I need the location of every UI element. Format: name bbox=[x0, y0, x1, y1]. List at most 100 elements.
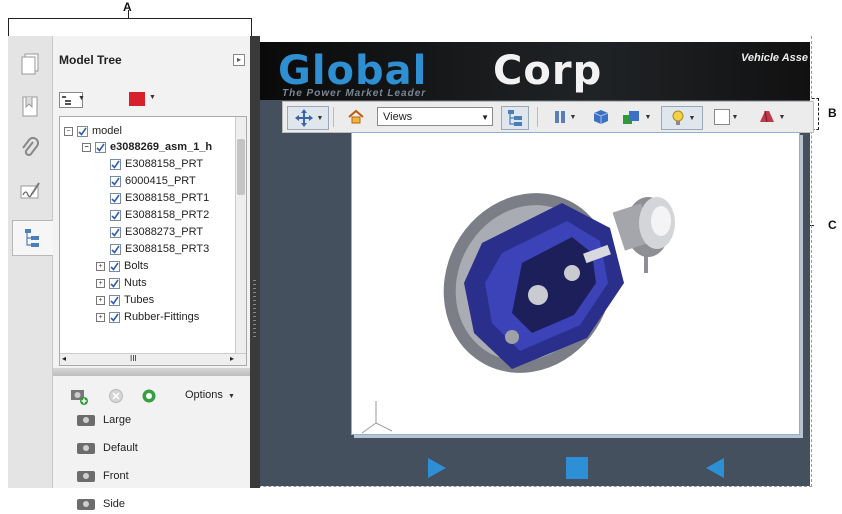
checkbox-checked-icon[interactable] bbox=[95, 141, 106, 153]
tree-item-part[interactable]: E3088158_PRT1 bbox=[110, 190, 209, 206]
tree-view-dropdown[interactable]: ▼ bbox=[59, 92, 85, 108]
apply-view-icon[interactable] bbox=[141, 388, 157, 404]
views-toolbar: Options ▼ bbox=[63, 384, 249, 410]
brake-assembly-model[interactable] bbox=[352, 133, 799, 434]
checkbox-checked-icon[interactable] bbox=[110, 158, 121, 170]
lightbulb-icon bbox=[672, 110, 684, 125]
signature-icon bbox=[20, 182, 40, 199]
tree-item-label: Tubes bbox=[124, 294, 155, 306]
chevron-down-icon: ▼ bbox=[778, 113, 786, 121]
projection-button[interactable] bbox=[589, 106, 613, 128]
panel-splitter[interactable] bbox=[53, 368, 250, 376]
tree-item-group[interactable]: + Bolts bbox=[96, 258, 148, 274]
tree-item-group[interactable]: + Nuts bbox=[96, 275, 147, 291]
play-previous-icon[interactable] bbox=[704, 456, 726, 480]
chevron-down-icon: ▼ bbox=[731, 113, 739, 121]
create-view-icon[interactable] bbox=[69, 386, 89, 406]
expand-icon[interactable]: + bbox=[96, 295, 105, 305]
checkbox-checked-icon[interactable] bbox=[77, 125, 88, 137]
logo-corp: Corp bbox=[493, 48, 603, 94]
tree-item-part[interactable]: E3088158_PRT bbox=[110, 156, 203, 172]
tree-item-part[interactable]: E3088273_PRT bbox=[110, 224, 203, 240]
tree-item-label: model bbox=[92, 125, 122, 137]
options-menu[interactable]: Options ▼ bbox=[185, 389, 235, 401]
render-mode-icon bbox=[622, 111, 639, 124]
camera-icon bbox=[77, 498, 95, 510]
chevron-down-icon: ▼ bbox=[569, 113, 577, 121]
checkbox-checked-icon[interactable] bbox=[109, 260, 120, 272]
tree-item-part[interactable]: E3088158_PRT2 bbox=[110, 207, 209, 223]
view-item-front[interactable]: Front bbox=[77, 466, 129, 486]
options-label: Options bbox=[185, 389, 223, 401]
view-item-large[interactable]: Large bbox=[77, 410, 131, 430]
tree-item-group[interactable]: + Tubes bbox=[96, 292, 154, 308]
tree-item-label: 6000415_PRT bbox=[125, 175, 196, 187]
tree-item-group[interactable]: + Rubber-Fittings bbox=[96, 309, 199, 325]
model-tree-button[interactable] bbox=[12, 220, 53, 256]
cross-section-button[interactable]: ▼ bbox=[753, 106, 789, 128]
model-tree-title: Model Tree bbox=[59, 53, 122, 67]
bookmark-icon bbox=[22, 96, 38, 117]
red-color-swatch[interactable] bbox=[129, 92, 145, 106]
signatures-button[interactable] bbox=[14, 174, 46, 208]
navigation-pane-strip bbox=[8, 36, 53, 488]
checkbox-checked-icon[interactable] bbox=[110, 209, 121, 221]
bookmarks-button[interactable] bbox=[14, 90, 46, 124]
tree-item-label: E3088158_PRT bbox=[125, 158, 204, 170]
chevron-down-icon: ▼ bbox=[149, 94, 156, 101]
model-tree-panel: Model Tree ▸ ▼ ▼ − model − e3088269_asm_… bbox=[53, 36, 250, 510]
checkbox-checked-icon[interactable] bbox=[109, 294, 120, 306]
scrollbar-thumb[interactable] bbox=[237, 139, 245, 195]
delete-view-icon[interactable] bbox=[108, 388, 124, 404]
tree-horizontal-scrollbar[interactable]: ◂ III ▸ bbox=[60, 353, 246, 365]
view-item-label: Large bbox=[103, 414, 132, 426]
checkbox-checked-icon[interactable] bbox=[110, 192, 121, 204]
camera-icon bbox=[77, 442, 95, 454]
toggle-model-tree-button[interactable] bbox=[501, 106, 529, 130]
play-next-icon[interactable] bbox=[426, 456, 448, 480]
checkbox-checked-icon[interactable] bbox=[110, 226, 121, 238]
play-animation-button[interactable]: ▼ bbox=[549, 106, 579, 128]
chevron-down-icon: ▼ bbox=[644, 113, 652, 121]
tree-item-assembly[interactable]: − e3088269_asm_1_h bbox=[82, 139, 212, 155]
chevron-down-icon: ▼ bbox=[688, 114, 696, 122]
checkbox-checked-icon[interactable] bbox=[109, 277, 120, 289]
expand-icon[interactable]: + bbox=[96, 261, 105, 271]
attachments-button[interactable] bbox=[14, 132, 46, 166]
camera-icon bbox=[77, 470, 95, 482]
checkbox-checked-icon[interactable] bbox=[110, 243, 121, 255]
divider-grip[interactable] bbox=[253, 280, 256, 340]
page-thumbnails-button[interactable] bbox=[14, 48, 46, 82]
views-dropdown[interactable]: Views ▼ bbox=[377, 107, 493, 126]
model-tree-list: − model − e3088269_asm_1_h E3088158_PRT … bbox=[59, 116, 247, 366]
checkbox-checked-icon[interactable] bbox=[110, 175, 121, 187]
view-item-default[interactable]: Default bbox=[77, 438, 138, 458]
toolbar-separator bbox=[333, 107, 334, 127]
cube-icon bbox=[593, 110, 609, 124]
callout-c-label: C bbox=[828, 218, 837, 232]
3d-viewport[interactable] bbox=[351, 132, 800, 435]
expand-icon[interactable]: + bbox=[96, 278, 105, 288]
scroll-left-icon[interactable]: ◂ bbox=[62, 354, 66, 363]
scroll-right-icon[interactable]: ▸ bbox=[230, 354, 234, 363]
rotate-tool-button[interactable]: ▼ bbox=[287, 106, 329, 130]
panel-options-button[interactable]: ▸ bbox=[233, 54, 245, 66]
tree-item-part[interactable]: E3088158_PRT3 bbox=[110, 241, 209, 257]
pane-divider[interactable] bbox=[250, 36, 260, 488]
stop-icon[interactable] bbox=[565, 456, 589, 480]
tree-vertical-scrollbar[interactable] bbox=[235, 117, 246, 353]
chevron-down-icon: ▼ bbox=[316, 114, 324, 122]
checkbox-checked-icon[interactable] bbox=[109, 311, 120, 323]
scrollbar-grip[interactable]: III bbox=[130, 354, 137, 363]
expand-icon[interactable]: + bbox=[96, 312, 105, 322]
background-color-button[interactable]: ▼ bbox=[709, 106, 743, 128]
tree-item-model[interactable]: − model bbox=[64, 123, 122, 139]
camera-icon bbox=[77, 414, 95, 426]
default-view-button[interactable] bbox=[345, 106, 367, 128]
pages-icon bbox=[21, 53, 39, 75]
view-item-side[interactable]: Side bbox=[77, 494, 125, 514]
tree-item-part[interactable]: 6000415_PRT bbox=[110, 173, 196, 189]
chevron-down-icon: ▼ bbox=[227, 393, 235, 400]
render-mode-button[interactable]: ▼ bbox=[619, 106, 653, 128]
lighting-button[interactable]: ▼ bbox=[661, 106, 703, 130]
